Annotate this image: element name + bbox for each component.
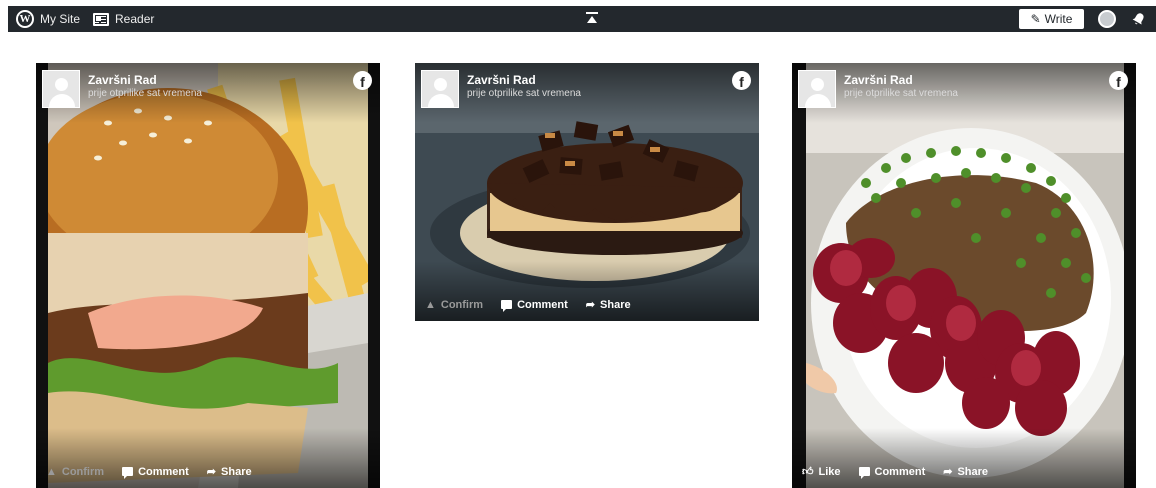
confirm-button[interactable]: ▲ Confirm bbox=[46, 466, 104, 478]
admin-bar: W My Site Reader ✎ Write bbox=[8, 6, 1156, 32]
post-actions: ▲ Confirm Comment ➦ Share bbox=[46, 465, 270, 479]
facebook-icon[interactable]: f bbox=[353, 71, 372, 90]
post-card-3[interactable]: Završni Rad prije otprilike sat vremena … bbox=[792, 63, 1136, 488]
author-name[interactable]: Završni Rad bbox=[88, 73, 202, 87]
post-meta: Završni Rad prije otprilike sat vremena bbox=[467, 73, 581, 108]
author-avatar[interactable] bbox=[42, 70, 80, 108]
reader-label: Reader bbox=[115, 12, 155, 26]
thumbs-up-icon: 👍︎ bbox=[802, 466, 814, 478]
post-time[interactable]: prije otprilike sat vremena bbox=[467, 88, 581, 99]
author-name[interactable]: Završni Rad bbox=[467, 73, 581, 87]
post-card-1[interactable]: Završni Rad prije otprilike sat vremena … bbox=[36, 63, 380, 488]
like-label: Like bbox=[818, 465, 841, 478]
facebook-icon[interactable]: f bbox=[732, 71, 751, 90]
footer-shade bbox=[36, 428, 380, 488]
post-actions: ▲ Confirm Comment ➦ Share bbox=[425, 298, 649, 312]
share-label: Share bbox=[221, 465, 252, 478]
post-meta: Završni Rad prije otprilike sat vremena bbox=[844, 73, 958, 108]
share-label: Share bbox=[957, 465, 989, 478]
warning-icon: ▲ bbox=[425, 298, 436, 311]
wordpress-icon: W bbox=[16, 10, 34, 28]
post-header: Završni Rad prije otprilike sat vremena bbox=[42, 70, 202, 108]
warning-icon: ▲ bbox=[46, 465, 57, 478]
bell-icon[interactable] bbox=[1129, 10, 1147, 28]
post-header: Završni Rad prije otprilike sat vremena bbox=[798, 70, 958, 108]
author-avatar[interactable] bbox=[421, 70, 459, 108]
comment-icon bbox=[122, 467, 134, 479]
share-icon: ➦ bbox=[585, 299, 596, 311]
like-button[interactable]: 👍︎ Like bbox=[802, 465, 841, 479]
comment-label: Comment bbox=[138, 465, 189, 478]
reader-link[interactable]: Reader bbox=[93, 6, 154, 32]
comment-button[interactable]: Comment bbox=[501, 298, 568, 312]
my-site-link[interactable]: W My Site bbox=[16, 6, 80, 32]
post-card-2[interactable]: Završni Rad prije otprilike sat vremena … bbox=[415, 63, 759, 321]
burger-photo bbox=[48, 63, 368, 488]
post-meta: Završni Rad prije otprilike sat vremena bbox=[88, 73, 202, 108]
plate-photo bbox=[806, 63, 1124, 488]
share-label: Share bbox=[600, 298, 631, 311]
reader-icon bbox=[93, 12, 109, 26]
comment-icon bbox=[501, 300, 513, 312]
my-site-label: My Site bbox=[40, 12, 81, 26]
collapse-icon[interactable] bbox=[586, 11, 600, 27]
confirm-button[interactable]: ▲ Confirm bbox=[425, 299, 483, 311]
share-icon: ➦ bbox=[206, 466, 217, 478]
confirm-label: Confirm bbox=[61, 465, 105, 478]
comment-button[interactable]: Comment bbox=[858, 465, 926, 479]
comment-label: Comment bbox=[517, 298, 568, 311]
post-actions: 👍︎ Like Comment ➦ Share bbox=[802, 465, 1006, 479]
footer-shade bbox=[792, 428, 1136, 488]
facebook-icon[interactable]: f bbox=[1109, 71, 1128, 90]
pen-icon: ✎ bbox=[1030, 12, 1041, 26]
share-icon: ➦ bbox=[943, 466, 953, 478]
share-button[interactable]: ➦ Share bbox=[943, 465, 989, 479]
author-name[interactable]: Završni Rad bbox=[844, 73, 958, 87]
footer-shade bbox=[415, 261, 759, 321]
share-button[interactable]: ➦ Share bbox=[206, 465, 252, 479]
confirm-label: Confirm bbox=[440, 298, 484, 311]
author-avatar[interactable] bbox=[798, 70, 836, 108]
comment-label: Comment bbox=[874, 465, 926, 478]
write-label: Write bbox=[1044, 12, 1073, 26]
post-time[interactable]: prije otprilike sat vremena bbox=[844, 88, 958, 99]
post-time[interactable]: prije otprilike sat vremena bbox=[88, 88, 202, 99]
comment-icon bbox=[858, 467, 870, 479]
comment-button[interactable]: Comment bbox=[122, 465, 189, 479]
user-avatar[interactable] bbox=[1098, 10, 1116, 28]
write-button[interactable]: ✎ Write bbox=[1019, 9, 1084, 29]
post-header: Završni Rad prije otprilike sat vremena bbox=[421, 70, 581, 108]
share-button[interactable]: ➦ Share bbox=[585, 298, 631, 312]
